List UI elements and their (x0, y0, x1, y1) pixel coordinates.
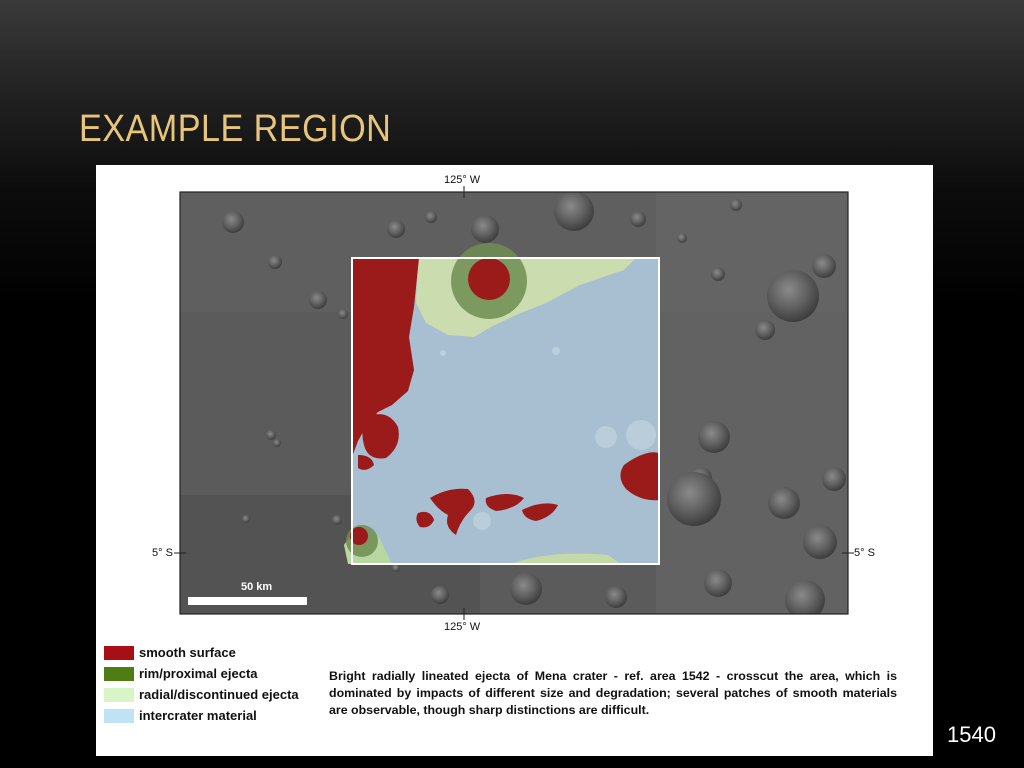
map-figure: 125° W 125° W 5° S 5° S 50 km smooth sur… (96, 165, 933, 756)
scale-bar (188, 597, 307, 605)
right-latitude-label: 5° S (854, 547, 875, 559)
legend-swatch (104, 646, 134, 660)
top-longitude-label: 125° W (444, 174, 481, 186)
left-latitude-label: 5° S (152, 547, 173, 559)
legend-label: smooth surface (139, 645, 236, 660)
legend-item: smooth surface (104, 645, 334, 661)
slide-title: EXAMPLE REGION (79, 108, 392, 150)
bottom-longitude-label: 125° W (444, 621, 481, 633)
legend-item: rim/proximal ejecta (104, 666, 334, 682)
legend-item: radial/discontinued ejecta (104, 687, 334, 703)
terrain-image (180, 192, 848, 614)
legend-swatch (104, 667, 134, 681)
geologic-units (344, 243, 659, 564)
legend-swatch (104, 688, 134, 702)
scale-bar-label: 50 km (241, 581, 273, 593)
slide-number: 1540 (947, 722, 996, 747)
legend-item: intercrater material (104, 708, 334, 724)
figure-caption: Bright radially lineated ejecta of Mena … (329, 669, 897, 717)
legend-label: radial/discontinued ejecta (139, 687, 299, 702)
legend-label: rim/proximal ejecta (139, 666, 258, 681)
legend-label: intercrater material (139, 708, 257, 723)
legend-swatch (104, 709, 134, 723)
